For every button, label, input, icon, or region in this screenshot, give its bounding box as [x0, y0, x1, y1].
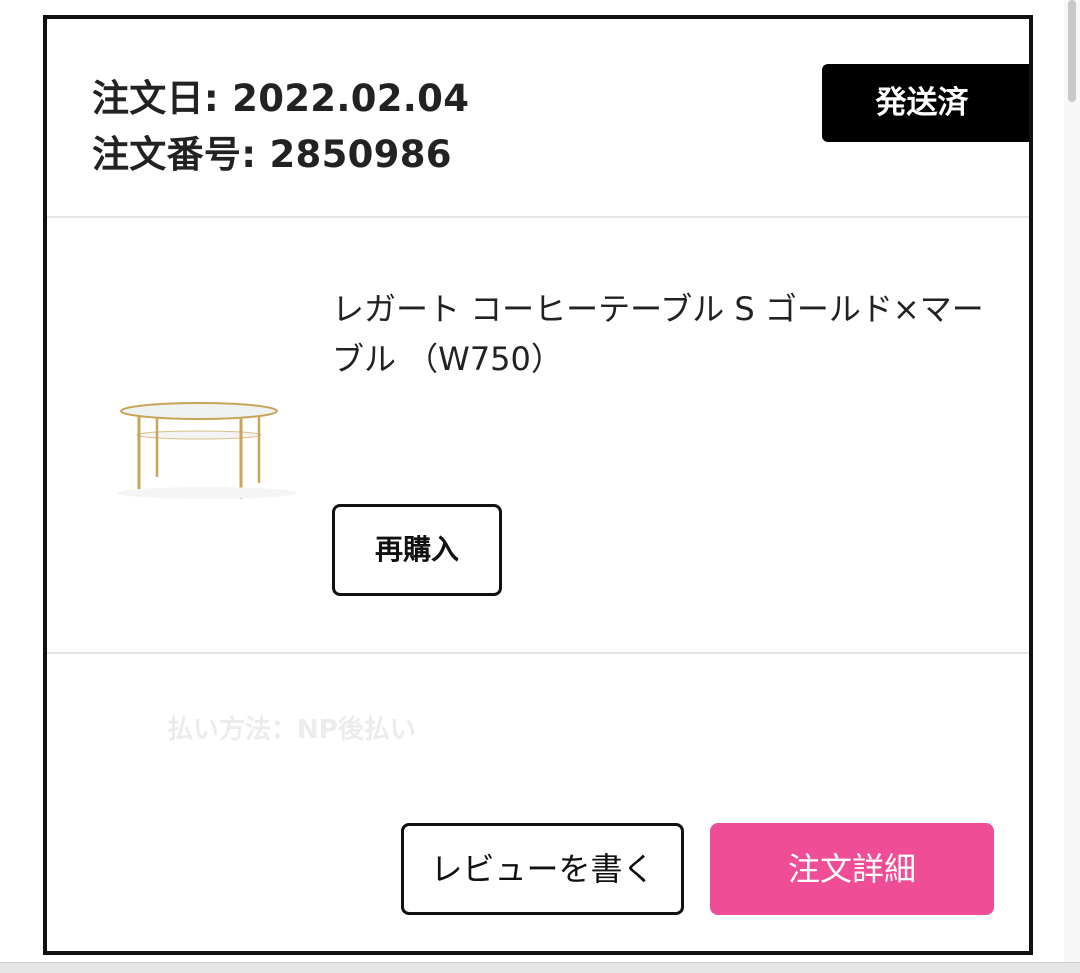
write-review-button[interactable]: レビューを書く [401, 823, 684, 915]
order-detail-button[interactable]: 注文詳細 [710, 823, 994, 915]
payment-method: 払い方法：NP後払い [167, 715, 416, 745]
product-name[interactable]: レガート コーヒーテーブル S ゴールド×マーブル （W750） [332, 284, 992, 384]
order-number: 注文番号: 2850986 [92, 133, 452, 176]
scrollbar[interactable] [1064, 0, 1080, 973]
page: 注文日: 2022.02.04 注文番号: 2850986 発送済 レガート コ… [0, 0, 1080, 973]
payment-info: 払い方法：NP後払い [167, 701, 416, 759]
bottom-bar [0, 962, 1080, 973]
status-badge: 発送済 [822, 64, 1029, 142]
scrollbar-thumb[interactable] [1068, 0, 1076, 102]
rebuy-button[interactable]: 再購入 [332, 504, 502, 596]
product-variant-text [332, 407, 672, 437]
divider [47, 652, 1029, 654]
order-meta: 注文日: 2022.02.04 注文番号: 2850986 [92, 71, 469, 183]
order-card: 注文日: 2022.02.04 注文番号: 2850986 発送済 レガート コ… [43, 15, 1033, 955]
product-thumbnail[interactable] [107, 389, 307, 504]
order-date: 注文日: 2022.02.04 [92, 77, 470, 120]
divider [47, 216, 1029, 218]
